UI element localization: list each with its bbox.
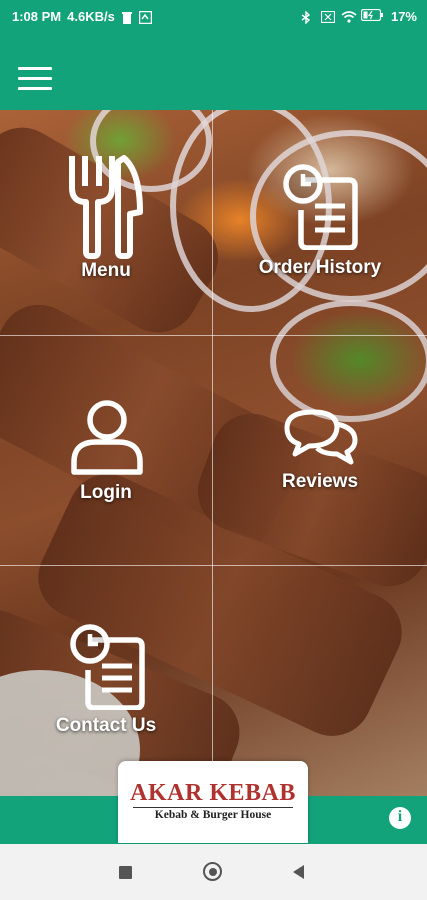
user-icon: [71, 400, 143, 475]
status-speed: 4.6KB/s: [67, 9, 115, 24]
logo: AKAR KEBAB Kebab & Burger House: [118, 761, 308, 843]
wifi-icon: [341, 10, 357, 23]
tile-reviews-label: Reviews: [281, 471, 359, 492]
battery-icon: [360, 8, 383, 24]
status-bar: 1:08 PM 4.6KB/s 17%: [0, 0, 427, 34]
background-food-image: Menu Order History Login Reviews Contact…: [0, 110, 427, 796]
battery-percent: 17%: [390, 9, 417, 24]
status-time: 1:08 PM: [12, 9, 62, 24]
trash-icon: [121, 11, 133, 24]
tile-menu-label: Menu: [81, 260, 131, 281]
tile-order-history-label: Order History: [258, 257, 382, 278]
info-icon[interactable]: i: [389, 807, 411, 829]
system-nav-bar: [0, 844, 427, 900]
info-glyph: i: [397, 808, 403, 825]
sync-icon: [138, 10, 153, 24]
tile-order-history[interactable]: Order History: [213, 110, 427, 335]
tile-reviews[interactable]: Reviews: [213, 336, 427, 565]
bluetooth-icon: [301, 9, 313, 25]
tile-login[interactable]: Login: [0, 336, 212, 565]
tile-contact-us-label: Contact Us: [55, 715, 157, 736]
logo-name: AKAR KEBAB: [130, 780, 296, 806]
app-bar: [0, 34, 427, 110]
logo-tagline: Kebab & Burger House: [154, 809, 272, 821]
back-button[interactable]: [293, 865, 304, 879]
hamburger-icon[interactable]: [18, 67, 52, 91]
home-button[interactable]: [203, 862, 222, 881]
clock-document-icon: [70, 624, 145, 710]
logo-divider: [133, 807, 293, 808]
tile-login-label: Login: [80, 482, 132, 503]
signal-icon: [320, 10, 336, 23]
recents-button[interactable]: [119, 866, 132, 879]
clock-document-icon: [283, 164, 358, 250]
chat-bubbles-icon: [284, 409, 358, 465]
tile-menu[interactable]: Menu: [0, 110, 212, 335]
fork-knife-icon: [69, 155, 143, 259]
